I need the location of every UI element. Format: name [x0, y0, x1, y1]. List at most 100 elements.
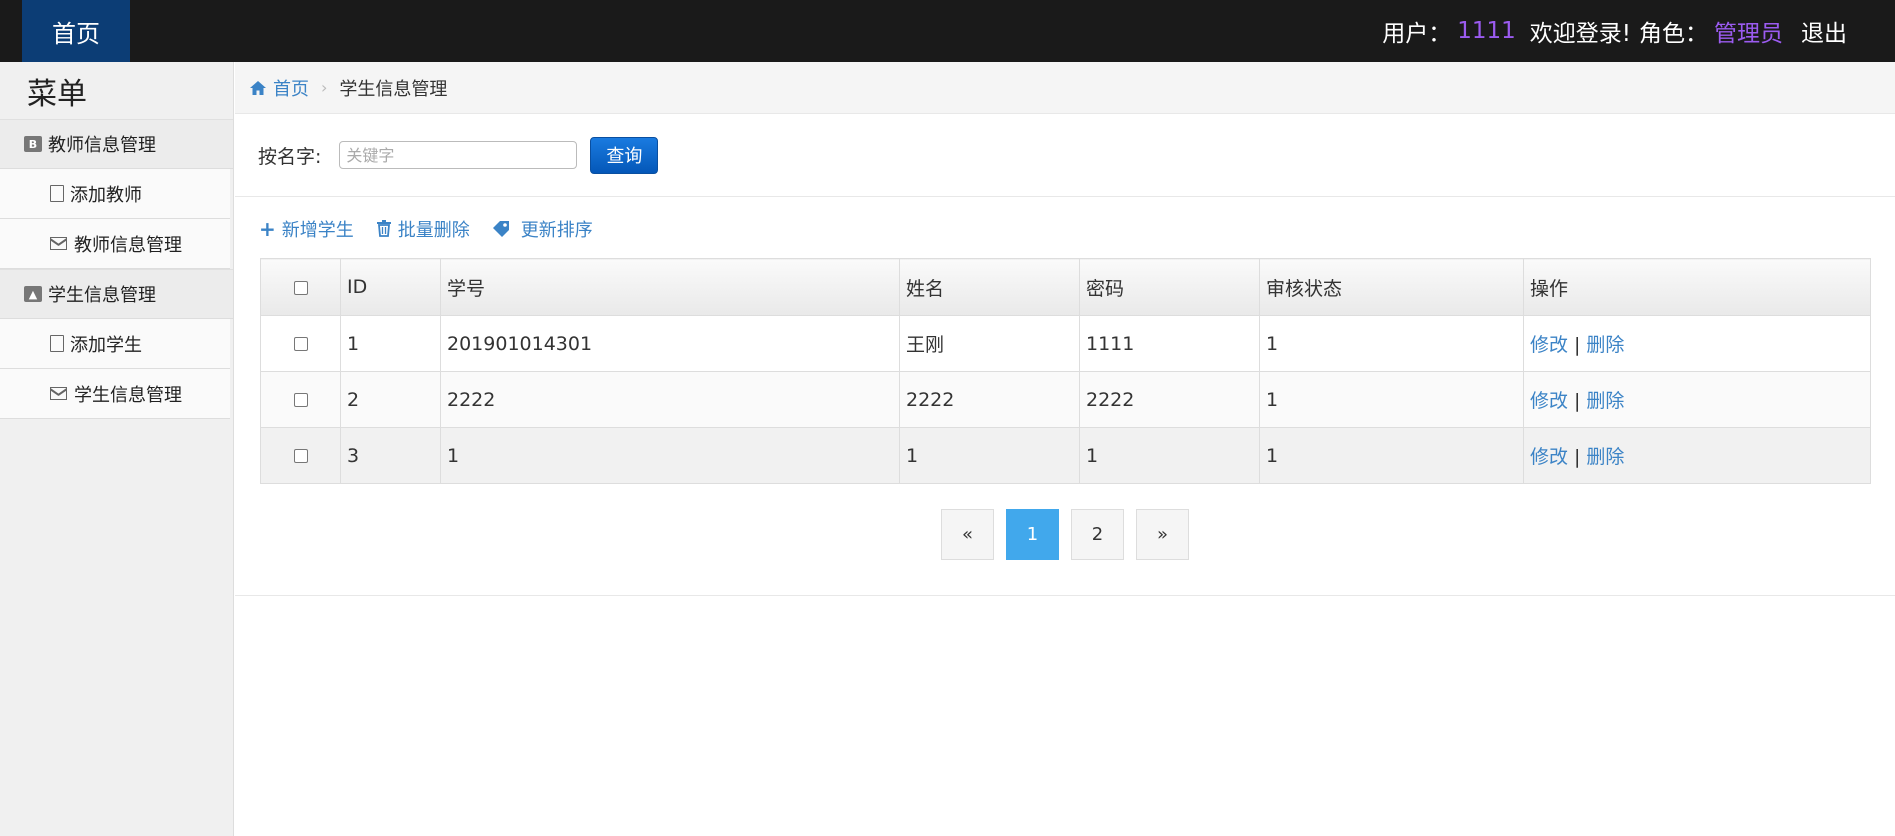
- cell-actions: 修改 | 删除: [1523, 315, 1871, 372]
- file-icon: [50, 335, 64, 352]
- bold-b-icon: B: [24, 136, 42, 152]
- role-value: 管理员: [1714, 21, 1783, 47]
- home-tab[interactable]: 首页: [22, 0, 130, 62]
- breadcrumb-separator-icon: ›: [321, 78, 328, 97]
- cell-password: 1: [1079, 427, 1260, 484]
- sidebar-item-label: 教师信息管理: [74, 234, 182, 256]
- action-bar: + 新增学生 批量删除 更新排序: [235, 197, 1895, 260]
- cell-id: 3: [340, 427, 441, 484]
- row-checkbox[interactable]: [293, 449, 308, 463]
- search-label: 按名字:: [258, 145, 322, 168]
- action-separator: |: [1574, 390, 1581, 412]
- breadcrumb-home[interactable]: 首页: [249, 75, 309, 101]
- table-header-row: ID 学号 姓名 密码 审核状态 操作: [260, 258, 1871, 316]
- role-label: 角色：: [1639, 21, 1708, 47]
- sidebar-item-student-manage[interactable]: 学生信息管理: [0, 369, 230, 419]
- delete-link[interactable]: 删除: [1586, 390, 1624, 412]
- search-button[interactable]: 查询: [590, 136, 659, 174]
- cell-status: 1: [1259, 427, 1524, 484]
- batch-delete-label: 批量删除: [397, 219, 470, 241]
- user-label: 用户：: [1382, 21, 1452, 47]
- user-info: 用户： 1111 欢迎登录! 角色： 管理员 退出: [1382, 0, 1895, 62]
- cell-password: 2222: [1079, 371, 1260, 428]
- welcome-text: 欢迎登录!: [1529, 21, 1631, 47]
- sidebar-group-label: 学生信息管理: [48, 285, 156, 306]
- pager-next[interactable]: »: [1136, 509, 1189, 560]
- row-checkbox[interactable]: [293, 337, 308, 351]
- select-all-checkbox[interactable]: [293, 280, 308, 295]
- user-name: 1111: [1457, 18, 1516, 44]
- cell-sno: 201901014301: [440, 315, 900, 372]
- col-header-id: ID: [340, 258, 441, 316]
- table-row: 1 201901014301 王刚 1111 1 修改 | 删除: [260, 315, 1871, 372]
- cell-password: 1111: [1079, 315, 1260, 372]
- sidebar-item-label: 学生信息管理: [74, 384, 182, 406]
- cell-status: 1: [1259, 371, 1524, 428]
- plus-icon: +: [259, 216, 276, 241]
- row-checkbox[interactable]: [293, 393, 308, 407]
- pager-prev[interactable]: «: [941, 509, 994, 560]
- select-all-cell: [260, 258, 341, 316]
- edit-link[interactable]: 修改: [1530, 446, 1568, 468]
- sidebar-item-teacher-manage[interactable]: 教师信息管理: [0, 219, 230, 269]
- row-checkbox-cell: [260, 427, 341, 484]
- breadcrumb-home-label: 首页: [273, 78, 309, 100]
- sidebar-group-teacher[interactable]: B 教师信息管理: [0, 119, 233, 169]
- col-header-password: 密码: [1079, 258, 1260, 316]
- pager-page-2[interactable]: 2: [1071, 509, 1124, 560]
- cell-actions: 修改 | 删除: [1523, 371, 1871, 428]
- picture-icon: ▲: [24, 286, 42, 302]
- table-row: 2 2222 2222 2222 1 修改 | 删除: [260, 371, 1871, 428]
- sidebar-item-add-teacher[interactable]: 添加教师: [0, 169, 230, 219]
- main-content: 首页 › 学生信息管理 按名字: 查询 + 新增学生 批量删除: [235, 62, 1895, 836]
- col-header-status: 审核状态: [1259, 258, 1524, 316]
- search-row: 按名字: 查询: [235, 114, 1895, 197]
- tag-icon: [492, 220, 509, 237]
- sidebar-item-label: 添加学生: [70, 334, 142, 356]
- cell-name: 1: [899, 427, 1080, 484]
- cell-sno: 2222: [440, 371, 900, 428]
- cell-actions: 修改 | 删除: [1523, 427, 1871, 484]
- edit-link[interactable]: 修改: [1530, 334, 1568, 356]
- envelope-icon: [50, 387, 67, 400]
- pagination: « 1 2 »: [941, 509, 1201, 560]
- student-table: ID 学号 姓名 密码 审核状态 操作 1 201901014301 王刚 11…: [260, 258, 1871, 484]
- action-separator: |: [1574, 446, 1581, 468]
- content-divider: [235, 595, 1895, 596]
- cell-id: 1: [340, 315, 441, 372]
- batch-delete-button[interactable]: 批量删除: [376, 216, 470, 242]
- file-icon: [50, 185, 64, 202]
- action-separator: |: [1574, 334, 1581, 356]
- sidebar-group-label: 教师信息管理: [48, 135, 156, 156]
- reorder-label: 更新排序: [520, 219, 593, 241]
- cell-id: 2: [340, 371, 441, 428]
- envelope-icon: [50, 237, 67, 250]
- sidebar-item-label: 添加教师: [70, 184, 142, 206]
- cell-status: 1: [1259, 315, 1524, 372]
- delete-link[interactable]: 删除: [1586, 446, 1624, 468]
- pager-page-1[interactable]: 1: [1006, 509, 1059, 560]
- row-checkbox-cell: [260, 371, 341, 428]
- sidebar-item-add-student[interactable]: 添加学生: [0, 319, 230, 369]
- add-student-button[interactable]: + 新增学生: [259, 216, 354, 242]
- col-header-name: 姓名: [899, 258, 1080, 316]
- sidebar-group-student[interactable]: ▲ 学生信息管理: [0, 269, 233, 319]
- top-bar: 首页 用户： 1111 欢迎登录! 角色： 管理员 退出: [0, 0, 1895, 62]
- edit-link[interactable]: 修改: [1530, 390, 1568, 412]
- col-header-actions: 操作: [1523, 258, 1871, 316]
- delete-link[interactable]: 删除: [1586, 334, 1624, 356]
- cell-sno: 1: [440, 427, 900, 484]
- reorder-button[interactable]: 更新排序: [492, 216, 593, 242]
- logout-link[interactable]: 退出: [1801, 14, 1847, 48]
- trash-icon: [376, 220, 391, 237]
- search-input[interactable]: [339, 141, 578, 169]
- add-student-label: 新增学生: [281, 219, 354, 241]
- cell-name: 2222: [899, 371, 1080, 428]
- menu-title: 菜单: [27, 76, 87, 112]
- cell-name: 王刚: [899, 315, 1080, 372]
- col-header-sno: 学号: [440, 258, 900, 316]
- sidebar: 菜单 B 教师信息管理 添加教师 教师信息管理 ▲ 学生信息管理 添加学生 学生…: [0, 62, 234, 836]
- row-checkbox-cell: [260, 315, 341, 372]
- breadcrumb-current: 学生信息管理: [339, 78, 448, 100]
- breadcrumb: 首页 › 学生信息管理: [235, 62, 1895, 114]
